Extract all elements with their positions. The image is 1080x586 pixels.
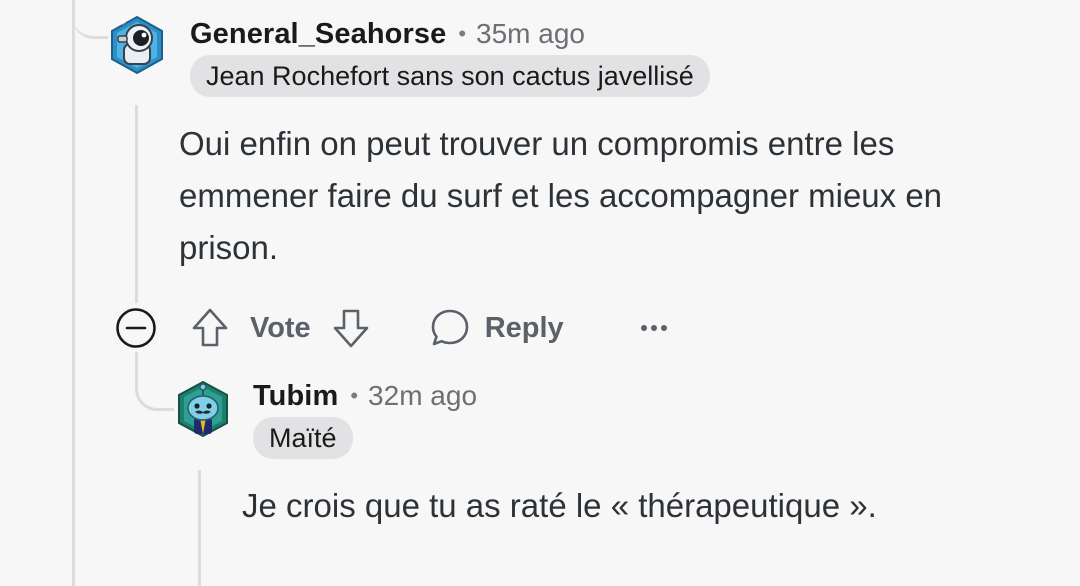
- arrow-down-icon[interactable]: [331, 307, 371, 349]
- minus-circle-icon[interactable]: [115, 307, 157, 349]
- separator-dot: •: [350, 383, 359, 408]
- timestamp: 32m ago: [368, 380, 478, 411]
- comment-body: Je crois que tu as raté le « thérapeutiq…: [242, 487, 877, 524]
- blue-mustache-snoo-icon: [178, 380, 228, 438]
- comment-header: Tubim • 32m ago: [253, 374, 477, 418]
- speech-bubble-icon: [429, 307, 471, 349]
- reply-label: Reply: [484, 311, 564, 344]
- svg-text:*: *: [120, 17, 126, 31]
- user-flair: Jean Rochefort sans son cactus javellisé: [190, 55, 710, 97]
- vote-label: Vote: [250, 311, 311, 344]
- reply-button[interactable]: Reply: [429, 307, 564, 349]
- thread-connector-reply[interactable]: [135, 352, 174, 411]
- comment-action-bar: Vote Reply: [115, 305, 668, 351]
- comment-header: General_Seahorse • 35m ago: [190, 12, 585, 56]
- user-flair: Maïté: [253, 417, 353, 459]
- thread-line-reply: [198, 470, 201, 586]
- timestamp: 35m ago: [476, 18, 585, 49]
- arrow-up-icon[interactable]: [190, 307, 230, 349]
- thread-line-first-comment: [135, 105, 138, 303]
- thread-connector-first: [72, 0, 108, 39]
- ellipsis-icon[interactable]: [640, 322, 668, 334]
- thread-line-root: [72, 0, 75, 586]
- avatar[interactable]: *: [106, 14, 168, 76]
- avatar[interactable]: [172, 378, 234, 440]
- username[interactable]: Tubim: [253, 380, 338, 413]
- username[interactable]: General_Seahorse: [190, 18, 446, 51]
- astronaut-snoo-icon: *: [111, 15, 163, 75]
- separator-dot: •: [458, 21, 467, 46]
- comment-body: Oui enfin on peut trouver un compromis e…: [179, 125, 943, 266]
